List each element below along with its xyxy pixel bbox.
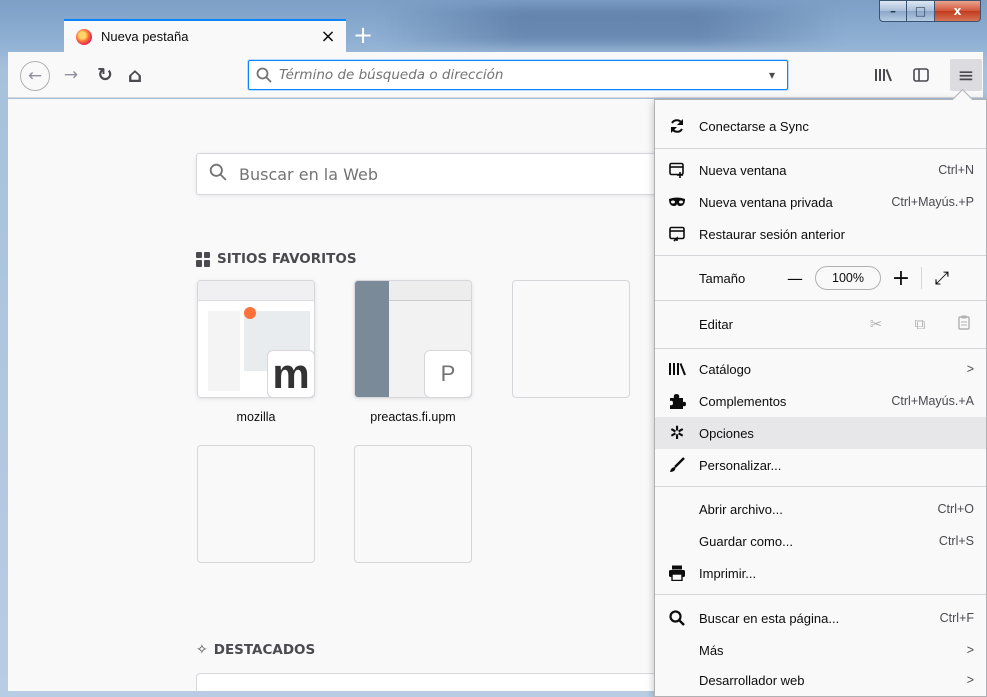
tab-title: Nueva pestaña xyxy=(101,29,189,44)
shortcut: Ctrl+O xyxy=(937,502,974,516)
open-file-label: Abrir archivo... xyxy=(699,501,783,517)
app-menu-panel: Conectarse a Sync Nueva ventana Ctrl+N N… xyxy=(654,99,987,697)
library-icon xyxy=(655,361,699,377)
chevron-down-icon[interactable]: ▾ xyxy=(757,68,787,82)
menu-item-customize[interactable]: Personalizar... xyxy=(655,449,986,481)
restore-session-icon xyxy=(655,226,699,242)
search-icon xyxy=(197,163,239,186)
shortcut: Ctrl+Mayús.+A xyxy=(891,394,974,408)
site-letter: P xyxy=(440,361,456,386)
options-label: Opciones xyxy=(699,425,754,441)
more-label: Más xyxy=(699,642,724,658)
url-input[interactable] xyxy=(279,67,757,83)
highlights-heading: ✧ DESTACADOS xyxy=(196,642,315,658)
chevron-right-icon: > xyxy=(966,362,974,376)
sidebar-icon[interactable] xyxy=(908,62,934,88)
url-bar[interactable]: ▾ xyxy=(248,60,788,90)
sparkle-icon: ✧ xyxy=(196,642,208,658)
menu-item-find[interactable]: Buscar en esta página... Ctrl+F xyxy=(655,602,986,634)
menu-item-open-file[interactable]: Abrir archivo... Ctrl+O xyxy=(655,493,986,525)
library-icon[interactable] xyxy=(870,62,896,88)
printer-icon xyxy=(655,565,699,581)
divider xyxy=(921,267,922,289)
sync-icon xyxy=(655,118,699,134)
menu-item-private-window[interactable]: Nueva ventana privada Ctrl+Mayús.+P xyxy=(655,186,986,218)
menu-item-sync[interactable]: Conectarse a Sync xyxy=(655,110,986,142)
menu-item-more[interactable]: Más > xyxy=(655,634,986,666)
top-site-tile-mozilla[interactable]: m xyxy=(197,280,315,398)
highlights-title: DESTACADOS xyxy=(213,642,316,658)
tab-strip: Nueva pestaña × + xyxy=(8,18,983,52)
fullscreen-icon[interactable]: ⤢ xyxy=(926,262,958,294)
zoom-label: Tamaño xyxy=(699,270,746,286)
menu-item-web-developer[interactable]: Desarrollador web > xyxy=(655,664,986,696)
home-button[interactable]: ⌂ xyxy=(122,62,148,88)
private-window-label: Nueva ventana privada xyxy=(699,194,833,210)
puzzle-piece-icon xyxy=(655,393,699,409)
forward-button[interactable]: → xyxy=(58,62,84,88)
shortcut: Ctrl+N xyxy=(938,163,974,177)
customize-label: Personalizar... xyxy=(699,457,782,473)
highlight-card[interactable] xyxy=(196,673,666,691)
search-icon xyxy=(249,67,279,83)
zoom-out-button[interactable]: — xyxy=(779,262,811,294)
chevron-right-icon: > xyxy=(966,643,974,657)
print-label: Imprimir... xyxy=(699,565,757,581)
new-tab-button[interactable]: + xyxy=(348,20,378,50)
private-mask-icon xyxy=(655,197,699,207)
edit-label: Editar xyxy=(699,316,733,332)
empty-top-site-tile[interactable] xyxy=(512,280,630,398)
addons-label: Complementos xyxy=(699,393,787,409)
edit-controls: Editar ✂ ⧉ xyxy=(655,302,986,346)
mozilla-logo: m xyxy=(272,350,310,397)
menu-item-restore-session[interactable]: Restaurar sesión anterior xyxy=(655,218,986,250)
zoom-controls: Tamaño — 100% + ⤢ xyxy=(655,256,986,300)
empty-top-site-tile[interactable] xyxy=(354,445,472,563)
hamburger-menu-button[interactable]: ≡ xyxy=(950,59,982,91)
new-window-icon xyxy=(655,162,699,178)
tab-new-tab[interactable]: Nueva pestaña × xyxy=(64,19,346,52)
menu-item-print[interactable]: Imprimir... xyxy=(655,557,986,589)
back-button[interactable]: ← xyxy=(20,61,50,91)
paste-icon[interactable] xyxy=(942,315,986,334)
find-label: Buscar en esta página... xyxy=(699,610,840,626)
top-site-tile-preactas[interactable]: P xyxy=(354,280,472,398)
paintbrush-icon xyxy=(655,457,699,473)
web-search-box[interactable]: Buscar en la Web xyxy=(196,153,716,195)
top-site-label[interactable]: preactas.fi.upm xyxy=(354,410,472,424)
menu-item-library[interactable]: Catálogo > xyxy=(655,353,986,385)
top-sites-title: SITIOS FAVORITOS xyxy=(217,251,357,267)
navigation-toolbar: ← → ↻ ⌂ ▾ ≡ xyxy=(8,52,983,98)
gear-icon: ✲ xyxy=(669,422,685,444)
new-window-label: Nueva ventana xyxy=(699,162,787,178)
shortcut: Ctrl+F xyxy=(939,611,974,625)
copy-icon[interactable]: ⧉ xyxy=(898,315,942,333)
library-label: Catálogo xyxy=(699,361,752,377)
restore-label: Restaurar sesión anterior xyxy=(699,226,845,242)
reload-button[interactable]: ↻ xyxy=(92,62,118,88)
menu-item-save-as[interactable]: Guardar como... Ctrl+S xyxy=(655,525,986,557)
empty-top-site-tile[interactable] xyxy=(197,445,315,563)
cut-icon[interactable]: ✂ xyxy=(854,315,898,333)
firefox-icon xyxy=(76,28,92,45)
top-site-label[interactable]: mozilla xyxy=(197,410,315,424)
web-search-placeholder: Buscar en la Web xyxy=(239,164,379,184)
menu-item-addons[interactable]: Complementos Ctrl+Mayús.+A xyxy=(655,385,986,417)
zoom-in-button[interactable]: + xyxy=(885,262,917,294)
save-as-label: Guardar como... xyxy=(699,533,793,549)
site-logo: P xyxy=(424,350,471,397)
web-developer-label: Desarrollador web xyxy=(699,672,805,688)
top-sites-heading: SITIOS FAVORITOS xyxy=(196,251,357,267)
grid-icon xyxy=(196,251,211,267)
shortcut: Ctrl+Mayús.+P xyxy=(891,195,974,209)
close-tab-icon[interactable]: × xyxy=(316,25,340,49)
shortcut: Ctrl+S xyxy=(938,534,974,548)
search-icon xyxy=(655,610,699,626)
menu-item-new-window[interactable]: Nueva ventana Ctrl+N xyxy=(655,154,986,186)
chevron-right-icon: > xyxy=(966,673,974,687)
site-logo: m xyxy=(267,350,314,397)
zoom-reset-button[interactable]: 100% xyxy=(815,266,881,290)
sync-label: Conectarse a Sync xyxy=(699,118,809,134)
menu-item-options[interactable]: ✲ Opciones xyxy=(655,417,986,449)
